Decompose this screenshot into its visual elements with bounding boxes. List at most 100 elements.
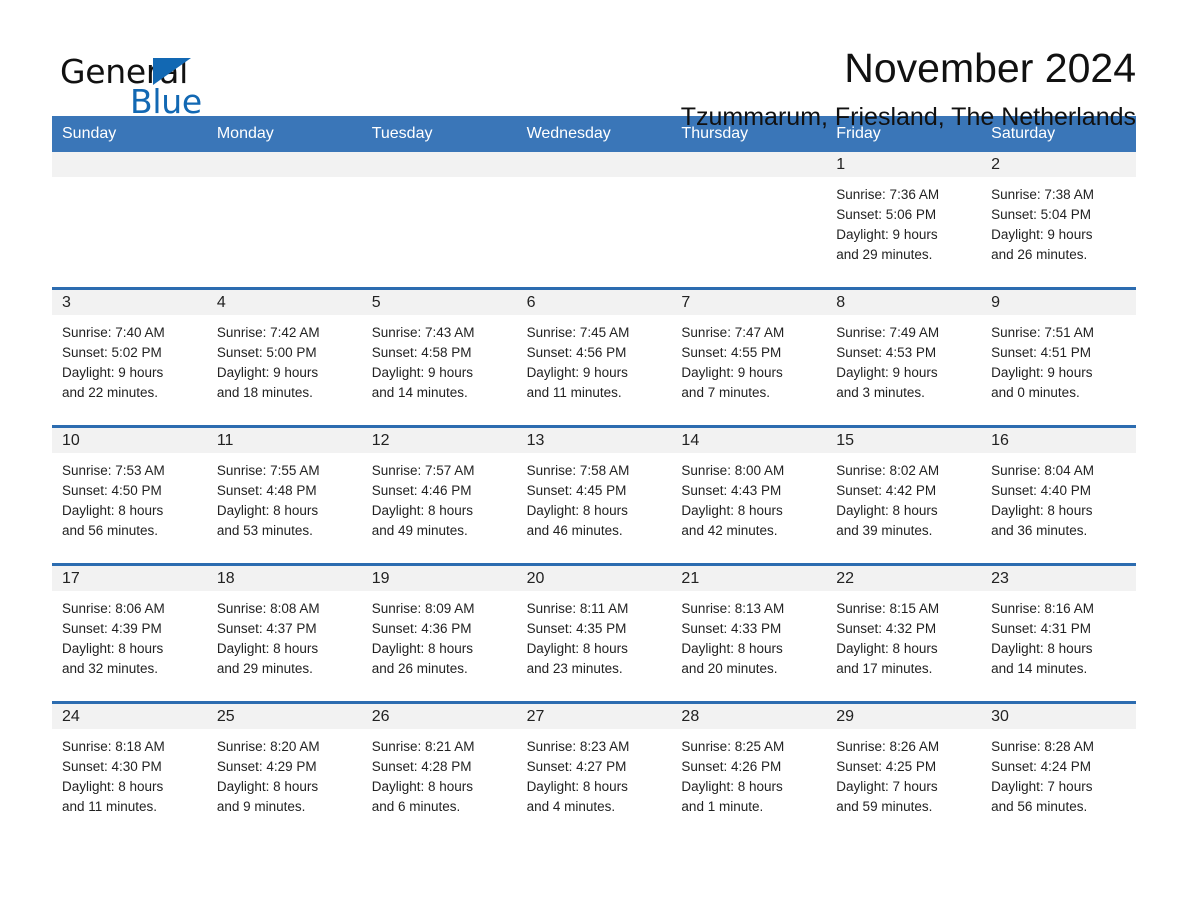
day-number: 7 [671, 290, 827, 316]
general-blue-logo[interactable]: General Blue [52, 44, 252, 121]
day-detail-line: and 36 minutes. [991, 522, 1088, 538]
calendar-week-row: 3 Sunrise: 7:40 AM Sunset: 5:02 PM Daylight… [52, 287, 1136, 414]
day-number: 30 [981, 704, 1136, 730]
weekday-header-sunday: Sunday [62, 125, 117, 142]
day-detail-line: Sunrise: 7:51 AM [991, 325, 1094, 341]
day-detail-line: Sunset: 4:46 PM [371, 482, 472, 498]
day-cell-23[interactable]: 23 Sunrise: 8:16 AM Sunset: 4:31 PM Dayligh… [981, 566, 1136, 690]
day-detail-line: Sunset: 4:31 PM [991, 620, 1091, 636]
day-number: 26 [361, 704, 517, 730]
day-cell-8[interactable]: 8 Sunrise: 7:49 AM Sunset: 4:53 PM Daylight… [826, 290, 982, 414]
day-detail-line: Sunset: 5:06 PM [836, 206, 937, 222]
day-number: 19 [361, 566, 517, 592]
day-cell-1[interactable]: 1 Sunrise: 7:36 AM Sunset: 5:06 PM Daylight… [826, 152, 982, 276]
day-detail-line: Sunset: 4:35 PM [526, 620, 627, 636]
day-cell-15[interactable]: 15 Sunrise: 8:02 AM Sunset: 4:42 PM Dayligh… [826, 428, 982, 552]
day-cell-9[interactable]: 9 Sunrise: 7:51 AM Sunset: 4:51 PM Daylight… [981, 290, 1136, 414]
day-detail-line: Sunrise: 7:49 AM [836, 325, 940, 341]
day-detail-line: Sunset: 4:53 PM [836, 344, 937, 360]
day-details: Sunrise: 8:23 AM Sunset: 4:27 PM Daylight:… [517, 729, 672, 816]
day-cell-24[interactable]: 24 Sunrise: 8:18 AM Sunset: 4:30 PM Dayligh… [52, 704, 207, 828]
day-detail-line: and 32 minutes. [62, 660, 159, 676]
day-cell-16[interactable]: 16 Sunrise: 8:04 AM Sunset: 4:40 PM Dayligh… [981, 428, 1136, 552]
day-detail-line: Daylight: 9 hours [371, 364, 474, 380]
day-details [517, 177, 672, 185]
day-cell-22[interactable]: 22 Sunrise: 8:15 AM Sunset: 4:32 PM Dayligh… [826, 566, 982, 690]
day-detail-line: Sunrise: 7:57 AM [371, 463, 475, 479]
day-cell-21[interactable]: 21 Sunrise: 8:13 AM Sunset: 4:33 PM Dayligh… [671, 566, 827, 690]
day-cell-18[interactable]: 18 Sunrise: 8:08 AM Sunset: 4:37 PM Dayligh… [206, 566, 362, 690]
day-details: Sunrise: 8:16 AM Sunset: 4:31 PM Daylight:… [981, 591, 1136, 678]
calendar-weeks: 1 Sunrise: 7:36 AM Sunset: 5:06 PM Daylight… [52, 152, 1136, 828]
day-number [361, 152, 517, 178]
day-details: Sunrise: 8:04 AM Sunset: 4:40 PM Daylight:… [981, 453, 1136, 540]
day-cell-6[interactable]: 6 Sunrise: 7:45 AM Sunset: 4:56 PM Daylight… [516, 290, 672, 414]
day-cell-3[interactable]: 3 Sunrise: 7:40 AM Sunset: 5:02 PM Daylight… [52, 290, 207, 414]
day-detail-line: Daylight: 9 hours [216, 364, 319, 380]
day-details: Sunrise: 8:25 AM Sunset: 4:26 PM Daylight:… [671, 729, 826, 816]
day-detail-line: Sunrise: 8:18 AM [62, 739, 165, 755]
weekday-header-friday: Friday [836, 125, 881, 142]
day-cell-26[interactable]: 26 Sunrise: 8:21 AM Sunset: 4:28 PM Dayligh… [361, 704, 517, 828]
day-details: Sunrise: 8:00 AM Sunset: 4:43 PM Daylight:… [671, 453, 826, 540]
day-details: Sunrise: 7:57 AM Sunset: 4:46 PM Daylight:… [362, 453, 517, 540]
day-detail-line: Daylight: 9 hours [62, 364, 164, 380]
day-detail-line: and 23 minutes. [526, 660, 623, 676]
day-number: 28 [671, 704, 827, 730]
day-cell-12[interactable]: 12 Sunrise: 7:57 AM Sunset: 4:46 PM Dayligh… [361, 428, 517, 552]
day-cell-4[interactable]: 4 Sunrise: 7:42 AM Sunset: 5:00 PM Daylight… [206, 290, 362, 414]
day-cell-27[interactable]: 27 Sunrise: 8:23 AM Sunset: 4:27 PM Dayligh… [516, 704, 672, 828]
day-details: Sunrise: 8:02 AM Sunset: 4:42 PM Daylight:… [826, 453, 981, 540]
day-cell-11[interactable]: 11 Sunrise: 7:55 AM Sunset: 4:48 PM Dayligh… [206, 428, 362, 552]
day-detail-line: Sunset: 4:40 PM [991, 482, 1091, 498]
calendar-week-row: 1 Sunrise: 7:36 AM Sunset: 5:06 PM Daylight… [52, 152, 1136, 276]
day-details: Sunrise: 7:43 AM Sunset: 4:58 PM Daylight:… [362, 315, 517, 402]
day-detail-line: Sunset: 4:25 PM [836, 758, 937, 774]
day-detail-line: Sunrise: 8:02 AM [836, 463, 940, 479]
day-number [516, 152, 672, 178]
day-number: 14 [671, 428, 827, 454]
day-cell-5[interactable]: 5 Sunrise: 7:43 AM Sunset: 4:58 PM Daylight… [361, 290, 517, 414]
day-detail-line: Daylight: 9 hours [526, 364, 628, 380]
day-details: Sunrise: 7:40 AM Sunset: 5:02 PM Daylight:… [52, 315, 207, 402]
day-detail-line: Sunset: 4:42 PM [836, 482, 937, 498]
day-detail-line: Sunset: 5:00 PM [216, 344, 317, 360]
day-detail-line: Sunrise: 8:09 AM [371, 601, 475, 617]
day-cell-13[interactable]: 13 Sunrise: 7:58 AM Sunset: 4:45 PM Dayligh… [516, 428, 672, 552]
day-cell-10[interactable]: 10 Sunrise: 7:53 AM Sunset: 4:50 PM Dayligh… [52, 428, 207, 552]
day-number: 8 [826, 290, 982, 316]
day-cell-30[interactable]: 30 Sunrise: 8:28 AM Sunset: 4:24 PM Dayligh… [981, 704, 1136, 828]
day-detail-line: Daylight: 9 hours [836, 226, 938, 242]
day-detail-line: Daylight: 8 hours [62, 502, 164, 518]
day-cell-7[interactable]: 7 Sunrise: 7:47 AM Sunset: 4:55 PM Daylight… [671, 290, 827, 414]
day-cell-29[interactable]: 29 Sunrise: 8:26 AM Sunset: 4:25 PM Dayligh… [826, 704, 982, 828]
day-cell-25[interactable]: 25 Sunrise: 8:20 AM Sunset: 4:29 PM Dayligh… [206, 704, 362, 828]
day-cell-28[interactable]: 28 Sunrise: 8:25 AM Sunset: 4:26 PM Dayligh… [671, 704, 827, 828]
day-detail-line: Sunrise: 8:13 AM [681, 601, 785, 617]
day-cell-empty [206, 152, 362, 276]
day-detail-line: Daylight: 8 hours [526, 640, 628, 656]
day-details: Sunrise: 7:53 AM Sunset: 4:50 PM Daylight:… [52, 453, 207, 540]
day-number: 17 [52, 566, 207, 592]
day-detail-line: and 11 minutes. [526, 384, 622, 400]
day-detail-line: Sunrise: 7:53 AM [62, 463, 165, 479]
day-number: 9 [981, 290, 1136, 316]
day-number: 25 [206, 704, 362, 730]
day-detail-line: and 20 minutes. [681, 660, 778, 676]
day-cell-2[interactable]: 2 Sunrise: 7:38 AM Sunset: 5:04 PM Daylight… [981, 152, 1136, 276]
day-cell-14[interactable]: 14 Sunrise: 8:00 AM Sunset: 4:43 PM Dayligh… [671, 428, 827, 552]
day-detail-line: Sunset: 4:56 PM [526, 344, 627, 360]
day-detail-line: Sunrise: 8:28 AM [991, 739, 1094, 755]
day-detail-line: and 56 minutes. [991, 798, 1088, 814]
day-detail-line: Daylight: 8 hours [371, 778, 474, 794]
day-number: 5 [361, 290, 517, 316]
day-detail-line: Sunrise: 8:23 AM [526, 739, 630, 755]
day-detail-line: and 29 minutes. [836, 246, 933, 262]
day-details: Sunrise: 8:09 AM Sunset: 4:36 PM Daylight:… [362, 591, 517, 678]
day-cell-17[interactable]: 17 Sunrise: 8:06 AM Sunset: 4:39 PM Dayligh… [52, 566, 207, 690]
day-detail-line: and 11 minutes. [62, 798, 158, 814]
day-cell-empty [361, 152, 517, 276]
day-detail-line: Sunset: 4:36 PM [371, 620, 472, 636]
day-cell-19[interactable]: 19 Sunrise: 8:09 AM Sunset: 4:36 PM Dayligh… [361, 566, 517, 690]
day-cell-20[interactable]: 20 Sunrise: 8:11 AM Sunset: 4:35 PM Dayligh… [516, 566, 672, 690]
